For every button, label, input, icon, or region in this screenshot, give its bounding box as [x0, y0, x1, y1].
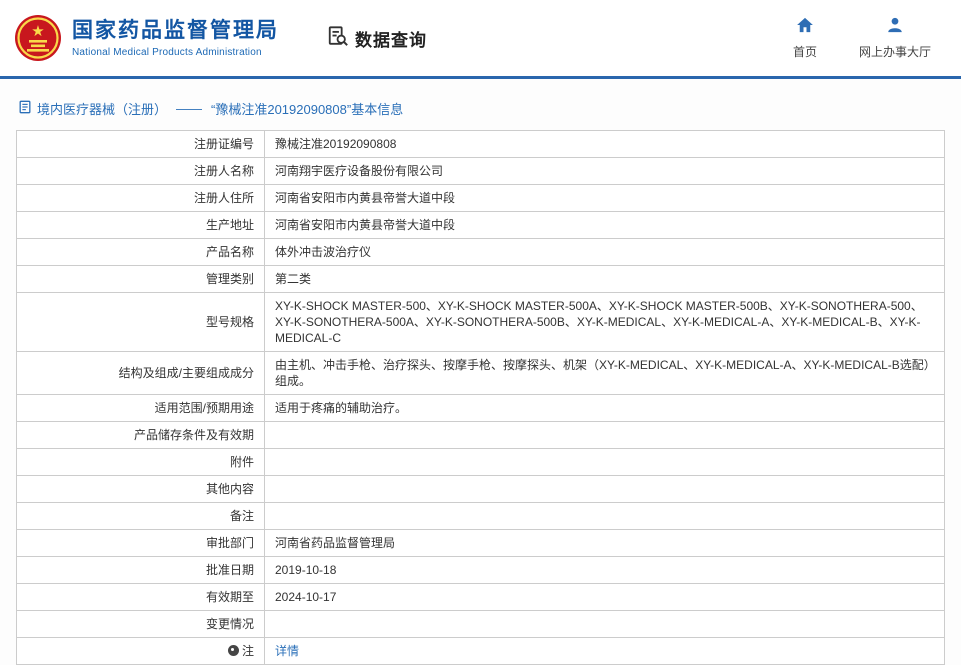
row-value: 由主机、冲击手枪、治疗探头、按摩手枪、按摩探头、机架（XY-K-MEDICAL、… [264, 351, 945, 395]
row-label: 审批部门 [16, 529, 265, 557]
row-value [264, 448, 945, 476]
row-label: 型号规格 [16, 292, 265, 352]
row-label: 其他内容 [16, 475, 265, 503]
table-row: 附件 [16, 448, 945, 476]
site-header: ★ 国家药品监督管理局 National Medical Products Ad… [0, 0, 961, 76]
row-value [264, 610, 945, 638]
note-icon [227, 645, 239, 656]
row-label: 产品储存条件及有效期 [16, 421, 265, 449]
row-label: 注册证编号 [16, 130, 265, 158]
table-row: 生产地址 河南省安阳市内黄县帝誉大道中段 [16, 211, 945, 239]
header-branding: ★ 国家药品监督管理局 National Medical Products Ad… [14, 14, 427, 62]
table-row: 适用范围/预期用途 适用于疼痛的辅助治疗。 [16, 394, 945, 422]
row-label: 生产地址 [16, 211, 265, 239]
section-title: 数据查询 [355, 30, 427, 50]
table-row: 备注 [16, 502, 945, 530]
main-content: 境内医疗器械（注册） —— “豫械注准20192090808”基本信息 注册证编… [0, 79, 961, 665]
row-value: 2019-10-18 [264, 556, 945, 584]
table-row: 注册人住所 河南省安阳市内黄县帝誉大道中段 [16, 184, 945, 212]
breadcrumb-category[interactable]: 境内医疗器械（注册） [37, 99, 167, 118]
table-row: 型号规格 XY-K-SHOCK MASTER-500、XY-K-SHOCK MA… [16, 292, 945, 352]
row-value: 河南省药品监督管理局 [264, 529, 945, 557]
table-row: 注册证编号 豫械注准20192090808 [16, 130, 945, 158]
document-icon [18, 100, 32, 117]
table-row: 产品名称 体外冲击波治疗仪 [16, 238, 945, 266]
row-label: 结构及组成/主要组成成分 [16, 351, 265, 395]
table-row: 注 详情 [16, 637, 945, 665]
org-name-en: National Medical Products Administration [72, 46, 262, 58]
breadcrumb-separator: —— [176, 101, 203, 116]
row-value: 适用于疼痛的辅助治疗。 [264, 394, 945, 422]
row-label: 注册人住所 [16, 184, 265, 212]
home-icon [796, 16, 814, 39]
table-row: 注册人名称 河南翔宇医疗设备股份有限公司 [16, 157, 945, 185]
registration-info-table: 注册证编号 豫械注准20192090808 注册人名称 河南翔宇医疗设备股份有限… [16, 130, 945, 665]
table-row: 结构及组成/主要组成成分 由主机、冲击手枪、治疗探头、按摩手枪、按摩探头、机架（… [16, 351, 945, 395]
row-label: 附件 [16, 448, 265, 476]
row-label-note: 注 [16, 637, 265, 665]
table-row: 管理类别 第二类 [16, 265, 945, 293]
table-row: 产品储存条件及有效期 [16, 421, 945, 449]
row-label: 注 [241, 644, 254, 658]
row-value: 河南省安阳市内黄县帝誉大道中段 [264, 184, 945, 212]
row-value: 豫械注准20192090808 [264, 130, 945, 158]
nav-home-label: 首页 [792, 45, 817, 59]
user-icon [886, 16, 904, 39]
org-names: 国家药品监督管理局 National Medical Products Admi… [72, 18, 279, 57]
page-title: “豫械注准20192090808”基本信息 [211, 102, 404, 117]
row-value [264, 502, 945, 530]
row-label: 管理类别 [16, 265, 265, 293]
data-query-section: 数据查询 [327, 25, 427, 52]
nav-service-hall-label: 网上办事大厅 [858, 45, 931, 59]
row-value: 河南翔宇医疗设备股份有限公司 [264, 157, 945, 185]
detail-link[interactable]: 详情 [275, 644, 299, 658]
header-nav: 首页 网上办事大厅 [793, 16, 931, 60]
row-label: 变更情况 [16, 610, 265, 638]
national-emblem-logo: ★ [14, 14, 62, 62]
row-value: 详情 [264, 637, 945, 665]
row-value: 河南省安阳市内黄县帝誉大道中段 [264, 211, 945, 239]
row-label: 备注 [16, 502, 265, 530]
row-value: 2024-10-17 [264, 583, 945, 611]
nav-service-hall[interactable]: 网上办事大厅 [859, 16, 931, 60]
svg-text:★: ★ [31, 23, 44, 40]
row-value: XY-K-SHOCK MASTER-500、XY-K-SHOCK MASTER-… [264, 292, 945, 352]
row-label: 产品名称 [16, 238, 265, 266]
row-value [264, 475, 945, 503]
table-row: 有效期至 2024-10-17 [16, 583, 945, 611]
row-value [264, 421, 945, 449]
org-name-cn: 国家药品监督管理局 [72, 19, 279, 43]
table-row: 变更情况 [16, 610, 945, 638]
row-label: 有效期至 [16, 583, 265, 611]
table-row: 审批部门 河南省药品监督管理局 [16, 529, 945, 557]
row-value: 体外冲击波治疗仪 [264, 238, 945, 266]
row-label: 注册人名称 [16, 157, 265, 185]
table-row: 其他内容 [16, 475, 945, 503]
row-label: 批准日期 [16, 556, 265, 584]
table-row: 批准日期 2019-10-18 [16, 556, 945, 584]
nav-home[interactable]: 首页 [793, 16, 817, 60]
row-value: 第二类 [264, 265, 945, 293]
data-query-icon [327, 25, 349, 52]
row-label: 适用范围/预期用途 [16, 394, 265, 422]
breadcrumb: 境内医疗器械（注册） —— “豫械注准20192090808”基本信息 [16, 79, 945, 130]
